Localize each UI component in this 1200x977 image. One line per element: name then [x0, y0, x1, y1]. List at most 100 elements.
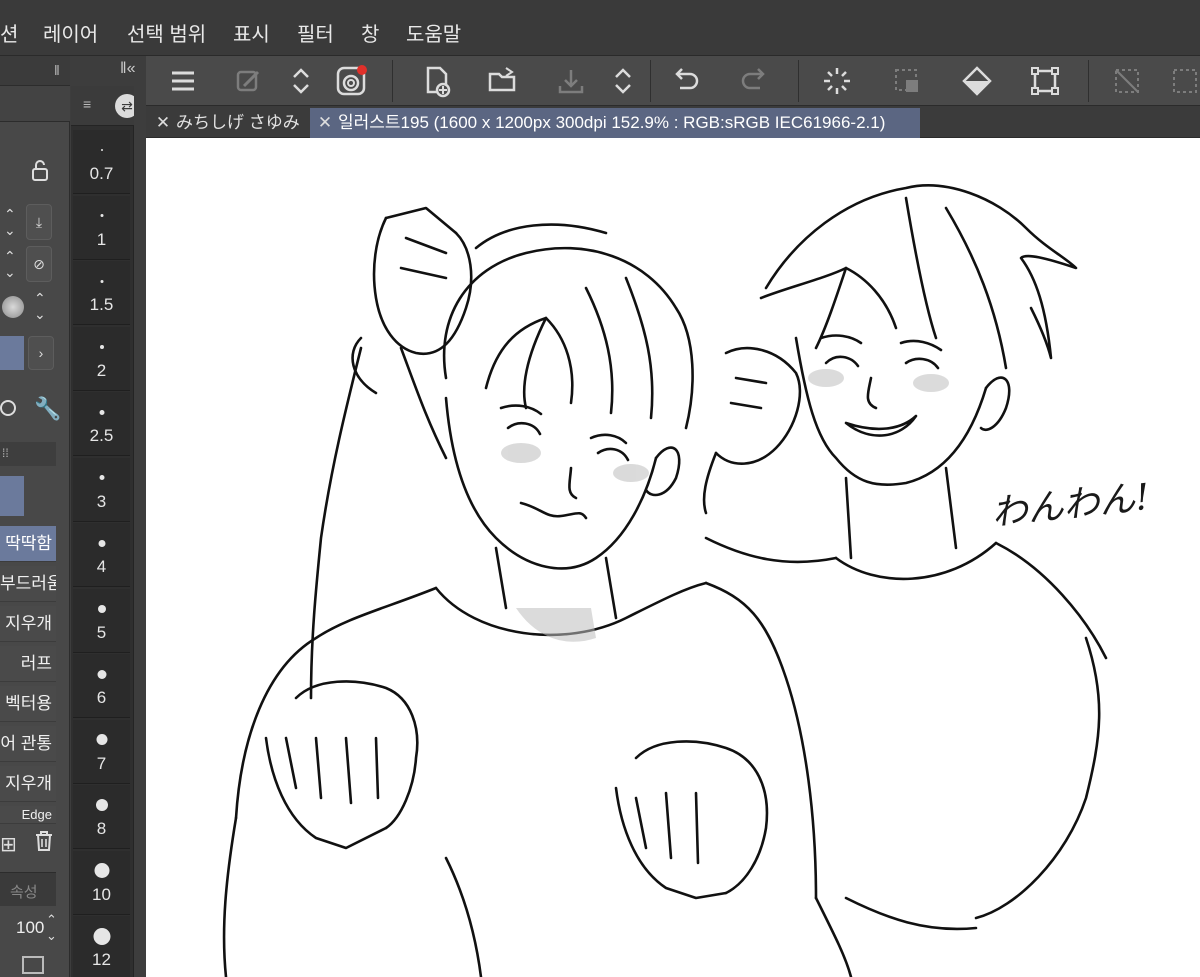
brush-size-dot [95, 799, 108, 811]
spinner-row[interactable]: ⌃ ⌄ ⊘ [0, 246, 56, 286]
color-swatch[interactable] [0, 336, 24, 370]
subtool-item[interactable]: Edge [0, 806, 56, 824]
up-down-arrows-icon[interactable] [282, 62, 320, 100]
brush-size-option[interactable]: 2 [73, 326, 130, 391]
brush-size-label: 5 [96, 622, 107, 642]
up-down-arrows-icon[interactable] [604, 62, 642, 100]
spinner-row[interactable]: ⌃ ⌄ ⤓ [0, 204, 56, 244]
subtool-item[interactable]: 지우개 [0, 606, 56, 642]
spinner-arrows-icon[interactable]: ⌃ ⌄ [4, 206, 16, 238]
menu-lines-icon[interactable]: ≡ [83, 96, 91, 112]
open-folder-icon[interactable] [484, 62, 522, 100]
brush-size-option[interactable]: 3 [73, 457, 130, 522]
menu-selection[interactable]: 션 [0, 18, 18, 47]
toolbar-separator [650, 60, 651, 102]
subtool-item[interactable]: 딱딱함 [0, 526, 56, 562]
loading-spinner-icon[interactable] [818, 62, 856, 100]
edit-icon[interactable] [230, 62, 268, 100]
panel-divider: ⁞⁞ [0, 442, 56, 466]
menu-icon[interactable] [164, 62, 202, 100]
download-icon[interactable]: ⤓ [26, 204, 52, 240]
brush-size-option[interactable]: 10 [73, 850, 130, 915]
lock-icon[interactable] [30, 160, 50, 187]
trash-icon[interactable] [34, 830, 54, 857]
brush-size-option[interactable]: 7 [73, 719, 130, 784]
tab-label: 일러스트195 (1600 x 1200px 300dpi 152.9% : R… [338, 113, 886, 132]
subtool-item[interactable]: 어 관통 [0, 726, 56, 762]
fill-bucket-icon[interactable] [958, 62, 996, 100]
brush-size-label: 7 [96, 753, 107, 773]
brush-size-label: 10 [92, 884, 111, 904]
menu-view[interactable]: 표시 [233, 18, 270, 47]
deselect-icon[interactable] [1108, 62, 1146, 100]
spinner-arrows-icon[interactable]: ⌃ ⌄ [34, 290, 46, 322]
new-file-icon[interactable] [418, 62, 456, 100]
brush-size-option[interactable]: 1.5 [73, 261, 130, 325]
transform-icon[interactable] [1026, 62, 1064, 100]
menu-window[interactable]: 창 [361, 18, 379, 47]
brush-size-option[interactable]: 8 [73, 785, 130, 849]
subtool-item[interactable]: 지우개 [0, 766, 56, 802]
drawing-canvas[interactable]: わんわん! [146, 138, 1200, 977]
brush-size-dot [96, 734, 107, 745]
wrench-icon[interactable]: 🔧 [34, 396, 61, 422]
menu-help[interactable]: 도움말 [406, 18, 461, 47]
brush-size-dot [99, 344, 104, 349]
menu-layer[interactable]: 레이어 [43, 18, 98, 47]
add-subtool-icon[interactable]: ⊞ [0, 832, 17, 857]
brush-size-label: 12 [92, 950, 111, 969]
line-art-illustration [222, 184, 1108, 977]
brush-tip-icon[interactable] [2, 296, 24, 318]
close-icon[interactable]: ✕ [316, 108, 334, 138]
brush-size-option[interactable]: 1 [73, 195, 130, 260]
brush-size-palette: ≡ ⇄ 0.7 1 1.5 2 2.5 3 4 5 6 7 8 10 12 [71, 86, 139, 977]
brush-size-dot [98, 539, 105, 547]
subtool-item[interactable]: 러프 [0, 646, 56, 682]
tab-document-active[interactable]: ✕ 일러스트195 (1600 x 1200px 300dpi 152.9% : … [310, 108, 920, 138]
menu-bar: 션 레이어 선택 범위 표시 필터 창 도움말 [0, 0, 1200, 56]
panel-grip-icon[interactable]: ‖ [54, 62, 60, 78]
brush-size-dot [100, 149, 103, 151]
tab-document[interactable]: ✕ みちしげ さゆみ [148, 108, 306, 138]
spinner-arrows-icon[interactable]: ⌃ ⌄ [4, 248, 16, 280]
brush-size-dot [93, 927, 110, 945]
brush-size-option[interactable]: 2.5 [73, 392, 130, 456]
brush-size-option[interactable]: 6 [73, 654, 130, 718]
opacity-value[interactable]: 100 [16, 918, 44, 938]
undo-icon[interactable] [666, 62, 704, 100]
invert-selection-icon[interactable] [1164, 62, 1200, 100]
brush-size-label: 4 [96, 557, 107, 576]
brush-size-option[interactable]: 5 [73, 588, 130, 653]
brush-tip-row[interactable]: ⌃ ⌄ [0, 288, 56, 328]
menu-filter[interactable]: 필터 [297, 18, 334, 47]
selection-clear-icon[interactable] [888, 62, 926, 100]
collapse-icon[interactable]: ‖« [120, 60, 136, 78]
brush-size-option[interactable]: 0.7 [73, 130, 130, 194]
subtool-item[interactable]: 부드러움 [0, 566, 56, 602]
settings-target-icon[interactable] [0, 400, 16, 416]
chevron-right-icon[interactable]: › [28, 336, 54, 370]
brush-size-header: ≡ ⇄ [71, 86, 139, 126]
brush-size-label: 8 [96, 819, 107, 838]
grip-dots-icon[interactable]: ⁞⁞ [2, 446, 9, 460]
sub-tool-panel: ‖ ⌃⌄ ⤓ ⌃⌄ ⊘ ⌃⌄ › 🔧 ⁞⁞ 딱딱함 부드러움 지우개 러프 벡터… [0, 56, 70, 977]
spinner-arrows-icon[interactable]: ⌃ ⌄ [46, 912, 57, 944]
subtool-group-selected[interactable] [0, 476, 24, 516]
menu-select-range[interactable]: 선택 범위 [127, 18, 206, 47]
brush-size-label: 0.7 [89, 164, 114, 183]
panel-subheader [0, 86, 70, 122]
redo-icon[interactable] [736, 62, 774, 100]
cloud-sync-icon[interactable] [332, 62, 370, 100]
save-icon[interactable] [552, 62, 590, 100]
brush-size-dot [99, 475, 104, 480]
opacity-field[interactable]: 100 ⌃ ⌄ [0, 912, 57, 946]
document-tabs: ✕ みちしげ さゆみ ✕ 일러스트195 (1600 x 1200px 300dpi… [146, 106, 1200, 138]
subtool-item[interactable]: 벡터용 [0, 686, 56, 722]
brush-size-dot [97, 604, 106, 613]
brush-size-option[interactable]: 4 [73, 523, 130, 587]
close-icon[interactable]: ✕ [154, 108, 172, 138]
brush-size-option[interactable]: 12 [73, 916, 130, 977]
blend-mode-icon[interactable] [22, 956, 44, 974]
toolbar-separator [392, 60, 393, 102]
pressure-icon[interactable]: ⊘ [26, 246, 52, 282]
